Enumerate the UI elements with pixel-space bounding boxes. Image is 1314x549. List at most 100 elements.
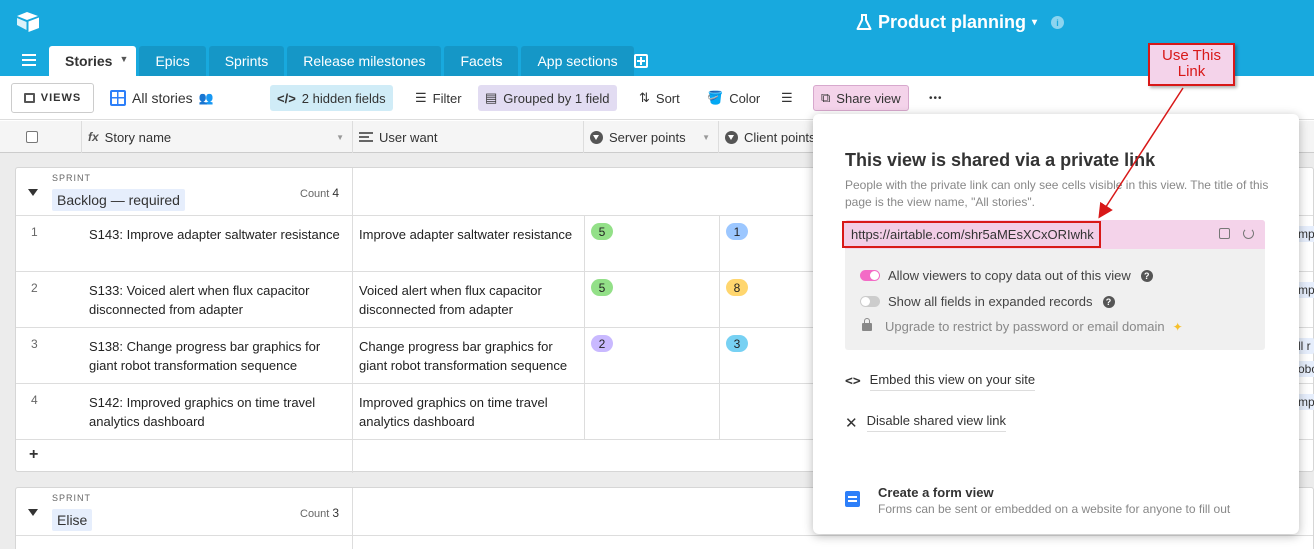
info-icon[interactable]: i bbox=[1051, 16, 1065, 29]
tab-epics[interactable]: Epics bbox=[139, 46, 206, 76]
group-field-label: SPRINT bbox=[52, 493, 92, 503]
story-name-cell[interactable]: S142: Improved graphics on time travel a… bbox=[89, 393, 344, 431]
embed-view-link[interactable]: <> Embed this view on your site bbox=[845, 372, 1036, 391]
tab-label: Sprints bbox=[224, 53, 269, 69]
column-menu-icon[interactable]: ▼ bbox=[702, 133, 710, 142]
column-header-server-points[interactable]: Server points ▼ bbox=[584, 121, 719, 153]
sparkle-icon: ✦ bbox=[1172, 319, 1183, 334]
popover-title: This view is shared via a private link bbox=[845, 150, 1156, 170]
tab-facets[interactable]: Facets bbox=[444, 46, 519, 76]
story-name-cell[interactable]: S133: Voiced alert when flux capacitor d… bbox=[89, 281, 344, 319]
disable-shared-link[interactable]: ✕ Disable shared view link bbox=[845, 413, 1007, 432]
grid-view-icon bbox=[110, 90, 126, 106]
app-header: Product planning ▾ i bbox=[0, 0, 1314, 46]
share-view-button[interactable]: ⧉ Share view bbox=[813, 85, 909, 111]
show-fields-toggle[interactable] bbox=[860, 296, 880, 307]
more-options-icon[interactable]: ••• bbox=[922, 85, 950, 111]
row-number: 2 bbox=[31, 281, 38, 295]
row-number: 1 bbox=[31, 225, 38, 239]
column-title: Story name bbox=[104, 129, 172, 145]
share-view-popover: This view is shared via a private link P… bbox=[813, 114, 1299, 534]
create-form-view-link[interactable]: Create a form view bbox=[878, 485, 994, 500]
group-label: Grouped by 1 field bbox=[503, 90, 610, 106]
collapse-group-icon[interactable] bbox=[28, 509, 38, 516]
share-link-bar: https://airtable.com/shr5aMEsXCxORIwhk bbox=[842, 220, 1265, 249]
annotation-callout: Use This Link bbox=[1148, 43, 1235, 86]
tab-label: Facets bbox=[460, 53, 503, 69]
close-icon: ✕ bbox=[845, 414, 858, 432]
form-view-icon bbox=[845, 491, 860, 507]
option-label: Show all fields in expanded records bbox=[888, 294, 1093, 309]
sort-icon: ⇅ bbox=[639, 90, 650, 105]
column-title: Client points bbox=[744, 129, 816, 145]
server-points-badge[interactable]: 5 bbox=[591, 223, 613, 240]
base-menu-caret-icon[interactable]: ▾ bbox=[1032, 17, 1037, 28]
single-select-field-icon bbox=[725, 130, 738, 144]
base-title[interactable]: Product planning ▾ i bbox=[856, 12, 1065, 33]
row-height-icon: ☰ bbox=[781, 90, 793, 105]
option-allow-copy[interactable]: Allow viewers to copy data out of this v… bbox=[860, 268, 1153, 283]
flask-icon bbox=[856, 14, 872, 30]
option-show-all-fields[interactable]: Show all fields in expanded records ? bbox=[860, 294, 1115, 309]
tab-stories[interactable]: Stories ▼ bbox=[49, 46, 137, 76]
help-icon[interactable]: ? bbox=[1102, 295, 1115, 308]
popover-description: People with the private link can only se… bbox=[845, 178, 1269, 209]
client-points-badge[interactable]: 3 bbox=[726, 335, 748, 352]
group-button[interactable]: ▤ Grouped by 1 field bbox=[478, 85, 617, 111]
filter-button[interactable]: ☰ Filter bbox=[408, 85, 469, 111]
lock-icon bbox=[862, 317, 872, 331]
count-value: 3 bbox=[332, 506, 340, 520]
filter-icon: ☰ bbox=[415, 90, 427, 105]
formula-field-icon: fx bbox=[88, 130, 99, 144]
sort-button[interactable]: ⇅ Sort bbox=[632, 85, 687, 111]
group-value: Elise bbox=[52, 509, 93, 531]
help-icon[interactable]: ? bbox=[1140, 269, 1153, 282]
count-label: Count bbox=[300, 508, 330, 520]
share-view-label: Share view bbox=[836, 90, 901, 106]
hidden-fields-button[interactable]: </> 2 hidden fields bbox=[270, 85, 393, 111]
column-header-user-want[interactable]: User want bbox=[353, 121, 584, 153]
option-upgrade-restrict[interactable]: Upgrade to restrict by password or email… bbox=[860, 317, 1183, 334]
column-menu-icon[interactable]: ▼ bbox=[336, 133, 344, 142]
select-all-checkbox[interactable] bbox=[26, 131, 38, 143]
views-button[interactable]: VIEWS bbox=[11, 83, 94, 113]
add-table-icon[interactable] bbox=[634, 54, 648, 68]
user-want-cell[interactable]: Improve adapter saltwater resistance bbox=[359, 225, 584, 244]
column-header-story-name[interactable]: fx Story name ▼ bbox=[82, 121, 353, 153]
collapse-group-icon[interactable] bbox=[28, 189, 38, 196]
tab-sprints[interactable]: Sprints bbox=[208, 46, 285, 76]
paint-bucket-icon: 🪣 bbox=[707, 90, 724, 105]
tab-label: App sections bbox=[537, 53, 618, 69]
view-switcher[interactable]: All stories 👥 bbox=[103, 85, 221, 111]
add-record-icon[interactable]: + bbox=[29, 446, 38, 464]
single-select-field-icon bbox=[590, 130, 603, 144]
open-link-icon[interactable] bbox=[1219, 228, 1230, 239]
user-want-cell[interactable]: Voiced alert when flux capacitor disconn… bbox=[359, 281, 584, 319]
row-height-button[interactable]: ☰ bbox=[774, 85, 800, 111]
view-name: All stories bbox=[132, 90, 193, 106]
tab-app-sections[interactable]: App sections bbox=[521, 46, 634, 76]
hamburger-menu-icon[interactable] bbox=[22, 54, 36, 66]
regenerate-link-icon[interactable] bbox=[1243, 228, 1254, 239]
user-want-cell[interactable]: Improved graphics on time travel analyti… bbox=[359, 393, 584, 431]
tab-label: Epics bbox=[155, 53, 190, 69]
server-points-badge[interactable]: 2 bbox=[591, 335, 613, 352]
share-link-url[interactable]: https://airtable.com/shr5aMEsXCxORIwhk bbox=[842, 221, 1101, 248]
color-button[interactable]: 🪣 Color bbox=[700, 85, 767, 111]
views-label: VIEWS bbox=[40, 92, 82, 104]
allow-copy-toggle[interactable] bbox=[860, 270, 880, 281]
story-name-cell[interactable]: S143: Improve adapter saltwater resistan… bbox=[89, 225, 344, 244]
server-points-badge[interactable]: 5 bbox=[591, 279, 613, 296]
tab-caret-icon[interactable]: ▼ bbox=[120, 54, 129, 64]
column-title: Server points bbox=[609, 129, 686, 145]
group-icon: ▤ bbox=[485, 90, 498, 105]
hide-fields-icon: </> bbox=[277, 90, 296, 106]
tab-release-milestones[interactable]: Release milestones bbox=[287, 46, 442, 76]
group-count: Count 4 bbox=[300, 186, 339, 200]
airtable-logo-icon[interactable] bbox=[16, 11, 40, 33]
client-points-badge[interactable]: 8 bbox=[726, 279, 748, 296]
story-name-cell[interactable]: S138: Change progress bar graphics for g… bbox=[89, 337, 344, 375]
color-label: Color bbox=[729, 90, 761, 106]
client-points-badge[interactable]: 1 bbox=[726, 223, 748, 240]
user-want-cell[interactable]: Change progress bar graphics for giant r… bbox=[359, 337, 584, 375]
